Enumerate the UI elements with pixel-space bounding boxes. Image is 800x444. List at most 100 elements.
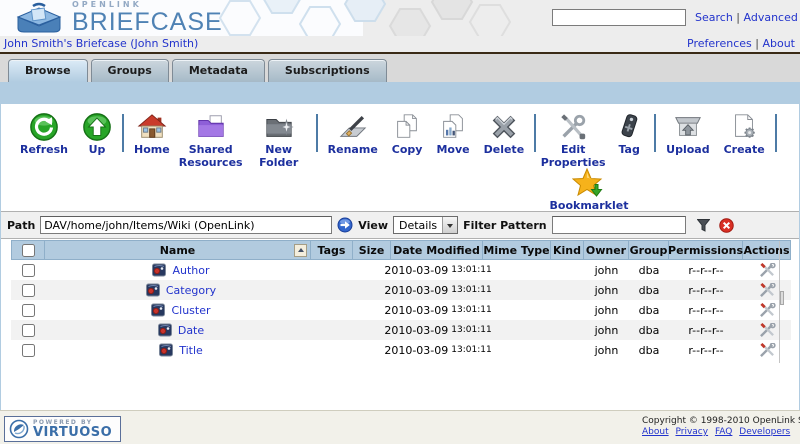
rename-button[interactable]: Rename <box>321 112 385 157</box>
about-link[interactable]: About <box>762 37 795 50</box>
powered-by-virtuoso-badge[interactable]: POWERED BY VIRTUOSO <box>4 416 122 442</box>
file-name-link[interactable]: Date <box>178 324 204 337</box>
file-name-link[interactable]: Title <box>179 344 203 357</box>
group-cell: dba <box>638 323 660 337</box>
copy-button[interactable]: Copy <box>385 112 430 157</box>
column-header-owner: Owner <box>584 240 629 260</box>
row-checkbox[interactable] <box>21 263 35 277</box>
filter-pattern-input[interactable] <box>551 216 686 234</box>
logo-text: OPENLINK BRIEFCASE <box>72 1 223 35</box>
footer-links: About Privacy FAQ Developers <box>642 427 800 437</box>
path-input[interactable] <box>40 216 333 234</box>
toolbar-label: Up <box>88 143 106 156</box>
logo-briefcase-label: BRIEFCASE <box>72 8 223 36</box>
table-scrollbar[interactable] <box>779 241 784 363</box>
move-button[interactable]: Move <box>429 112 476 157</box>
footer-developers-link[interactable]: Developers <box>739 427 790 437</box>
row-checkbox[interactable] <box>21 343 35 357</box>
up-button[interactable]: Up <box>75 112 119 157</box>
row-checkbox[interactable] <box>21 283 35 297</box>
toolbar-label: New Folder <box>259 143 299 169</box>
date-value: 2010-03-09 <box>384 303 449 317</box>
footer: POWERED BY VIRTUOSO Copyright © 1998-201… <box>0 410 800 444</box>
tab-groups[interactable]: Groups <box>90 59 169 82</box>
preferences-link[interactable]: Preferences <box>687 37 752 50</box>
table-scrollbar-handle[interactable] <box>780 291 784 305</box>
search-link[interactable]: Search <box>695 11 733 24</box>
tools-icon <box>759 302 776 317</box>
briefcase-app: OPENLINK BRIEFCASE Search | Advanced Joh… <box>0 0 800 444</box>
owner-cell: john <box>594 303 619 317</box>
toolbar-separator <box>654 114 657 152</box>
advanced-search-link[interactable]: Advanced <box>744 11 798 24</box>
date-modified-cell: 2010-03-09 13:01:11 <box>384 300 491 320</box>
file-name-link[interactable]: Category <box>166 284 216 297</box>
toolbar-label: Upload <box>666 143 710 156</box>
new-folder-button[interactable]: New Folder <box>245 112 313 169</box>
upload-icon <box>674 117 701 136</box>
permissions-cell: r--r--r-- <box>688 263 724 277</box>
footer-about-link[interactable]: About <box>642 427 669 437</box>
date-modified-cell: 2010-03-09 13:01:11 <box>384 280 491 300</box>
tab-metadata[interactable]: Metadata <box>171 59 265 82</box>
owner-cell: john <box>594 283 619 297</box>
links-separator: | <box>755 37 759 50</box>
toolbar-label: Refresh <box>20 143 68 156</box>
links-separator: | <box>736 11 741 24</box>
table-row: Category 2010-03-09 13:01:11 john dba r-… <box>11 280 791 300</box>
bookmarklet-button[interactable]: Bookmarklet <box>549 168 629 213</box>
apply-filter-button[interactable] <box>696 218 710 232</box>
sort-ascending-button[interactable] <box>294 244 307 257</box>
briefcase-logo[interactable]: OPENLINK BRIEFCASE <box>13 1 223 35</box>
column-header-date-modified: Date Modified <box>391 240 483 260</box>
wiki-template-icon <box>145 283 160 297</box>
toolbar-separator <box>774 114 777 152</box>
delete-button[interactable]: Delete <box>477 112 532 157</box>
tags-cell <box>311 320 353 340</box>
column-header-kind: Kind <box>551 240 584 260</box>
clear-filter-button[interactable] <box>718 217 734 233</box>
edit-properties-button[interactable]: Edit Properties <box>539 112 607 169</box>
row-checkbox[interactable] <box>21 303 35 317</box>
view-select-value: Details <box>399 218 438 232</box>
search-input[interactable] <box>552 9 686 26</box>
shared-resources-icon <box>198 115 224 137</box>
tag-button[interactable]: Tag <box>607 112 651 157</box>
file-table: Name Tags Size Date Modified Mime Type K… <box>11 240 791 360</box>
rename-icon <box>339 115 367 137</box>
shared-resources-button[interactable]: Shared Resources <box>177 112 245 169</box>
owner-cell: john <box>594 343 619 357</box>
refresh-button[interactable]: Refresh <box>13 112 75 157</box>
date-modified-cell: 2010-03-09 13:01:11 <box>384 340 491 360</box>
toolbar-label: Delete <box>483 143 525 156</box>
go-button[interactable] <box>337 217 353 233</box>
create-button[interactable]: Create <box>717 112 772 157</box>
view-select[interactable]: Details <box>393 216 459 234</box>
select-all-checkbox[interactable] <box>21 243 35 257</box>
footer-privacy-link[interactable]: Privacy <box>675 427 708 437</box>
filter-pattern-label: Filter Pattern <box>463 218 547 232</box>
file-name-link[interactable]: Author <box>172 264 209 277</box>
tab-browse[interactable]: Browse <box>8 59 88 82</box>
meta-links: Preferences | About <box>687 37 795 50</box>
tags-cell <box>311 280 353 300</box>
refresh-icon <box>30 113 58 141</box>
tab-subscriptions[interactable]: Subscriptions <box>267 59 387 82</box>
path-label: Path <box>7 218 36 232</box>
toolbar-label: Copy <box>391 143 423 156</box>
kind-cell <box>551 320 584 340</box>
mime-type-cell <box>483 320 551 340</box>
table-row: Author 2010-03-09 13:01:11 john dba r--r… <box>11 260 791 280</box>
user-briefcase-link[interactable]: John Smith's Briefcase (John Smith) <box>4 37 198 50</box>
new-folder-icon <box>266 118 294 137</box>
upload-button[interactable]: Upload <box>659 112 716 157</box>
file-name-link[interactable]: Cluster <box>171 304 210 317</box>
row-checkbox[interactable] <box>21 323 35 337</box>
edit-properties-icon <box>561 114 586 140</box>
toolbar-label: Tag <box>618 143 640 156</box>
footer-faq-link[interactable]: FAQ <box>715 427 732 437</box>
permissions-cell: r--r--r-- <box>688 303 724 317</box>
date-modified-cell: 2010-03-09 13:01:11 <box>384 260 491 280</box>
home-button[interactable]: Home <box>127 112 177 157</box>
badge-text: POWERED BY VIRTUOSO <box>33 419 112 439</box>
